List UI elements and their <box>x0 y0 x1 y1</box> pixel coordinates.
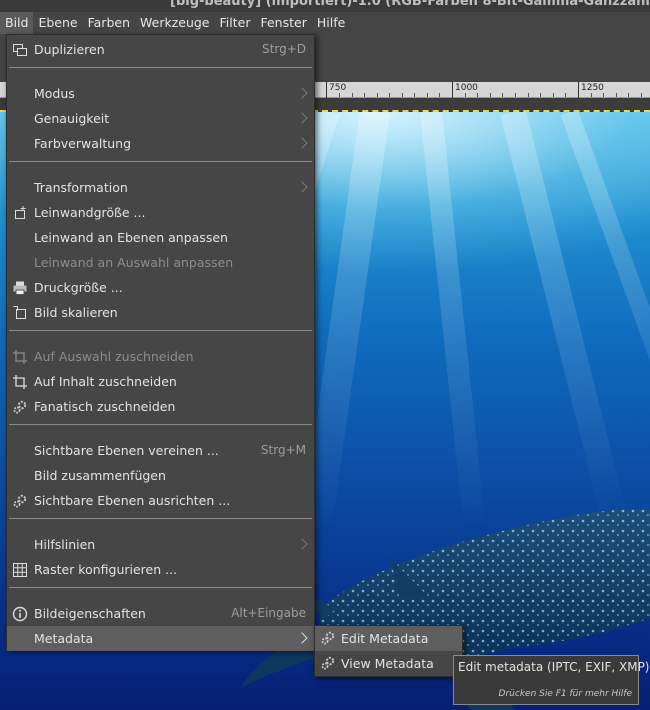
menu-item-zealous-crop[interactable]: Fanatisch zuschneiden <box>7 394 314 419</box>
menu-farben[interactable]: Farben <box>83 12 135 34</box>
menu-item-color-management[interactable]: Farbverwaltung <box>7 131 314 156</box>
tooltip: Edit metadata (IPTC, EXIF, XMP) Drücken … <box>453 655 649 705</box>
window-title: [big-beauty] (importiert)-1.0 (RGB-Farbe… <box>170 0 650 9</box>
menu-item-mode[interactable]: Modus <box>7 81 314 106</box>
menu-item-view-metadata[interactable]: View Metadata <box>315 651 462 676</box>
menu-separator <box>9 161 312 162</box>
menu-separator <box>9 518 312 519</box>
chevron-right-icon <box>296 137 308 149</box>
menu-item-label: Farbverwaltung <box>34 136 132 151</box>
shortcut-label: Strg+M <box>260 443 306 457</box>
menu-item-label: Bild skalieren <box>34 305 118 320</box>
menu-item-label: Raster konfigurieren ... <box>34 562 178 577</box>
menu-item-duplicate[interactable]: Duplizieren Strg+D <box>7 37 314 62</box>
shortcut-label: Strg+D <box>262 42 306 56</box>
gear-script-icon <box>11 398 29 416</box>
window-title-bar: [big-beauty] (importiert)-1.0 (RGB-Farbe… <box>0 0 650 12</box>
menu-bild[interactable]: Bild <box>0 12 34 34</box>
menu-item-image-properties[interactable]: Bildeigenschaften Alt+Eingabe <box>7 601 314 626</box>
grid-icon <box>11 561 29 579</box>
crop-icon <box>11 373 29 391</box>
gear-script-icon <box>320 655 338 673</box>
ruler-tick: 1000 <box>452 82 478 98</box>
menu-item-scale-image[interactable]: Bild skalieren <box>7 300 314 325</box>
menu-item-canvas-to-selection: Leinwand an Auswahl anpassen <box>7 250 314 275</box>
tooltip-hint: Drücken Sie F1 für mehr Hilfe <box>498 689 632 699</box>
chevron-right-icon <box>296 632 308 644</box>
menu-item-label: Edit Metadata <box>341 631 429 646</box>
menu-fenster[interactable]: Fenster <box>255 12 311 34</box>
ruler-tick: 750 <box>326 82 346 98</box>
menu-item-transform[interactable]: Transformation <box>7 175 314 200</box>
menu-separator <box>9 587 312 588</box>
menu-item-label: Bild zusammenfügen <box>34 468 166 483</box>
menu-item-label: Leinwand an Auswahl anpassen <box>34 255 234 270</box>
menubar: Bild Ebene Farben Werkzeuge Filter Fenst… <box>0 12 650 34</box>
chevron-right-icon <box>296 112 308 124</box>
menu-item-label: Leinwandgröße ... <box>34 205 146 220</box>
chevron-right-icon <box>296 538 308 550</box>
menu-separator <box>9 330 312 331</box>
menu-item-align-layers[interactable]: Sichtbare Ebenen ausrichten ... <box>7 488 314 513</box>
menu-separator <box>9 67 312 68</box>
menu-item-print-size[interactable]: Druckgröße ... <box>7 275 314 300</box>
menu-item-label: Metadata <box>34 631 94 646</box>
scale-image-icon <box>11 304 29 322</box>
menu-item-label: Sichtbare Ebenen ausrichten ... <box>34 493 231 508</box>
menu-item-label: Auf Auswahl zuschneiden <box>34 349 194 364</box>
chevron-right-icon <box>296 87 308 99</box>
menu-filter[interactable]: Filter <box>215 12 256 34</box>
menu-item-canvas-size[interactable]: Leinwandgröße ... <box>7 200 314 225</box>
metadata-submenu: Edit Metadata View Metadata <box>314 625 463 677</box>
menu-item-merge-visible[interactable]: Sichtbare Ebenen vereinen ... Strg+M <box>7 438 314 463</box>
printer-icon <box>11 279 29 297</box>
menu-item-metadata[interactable]: Metadata <box>7 626 314 651</box>
menu-item-edit-metadata[interactable]: Edit Metadata <box>315 626 462 651</box>
bild-dropdown-menu: Duplizieren Strg+D Modus Genauigkeit Far… <box>6 34 315 651</box>
menu-separator <box>9 424 312 425</box>
gear-script-icon <box>320 630 338 648</box>
menu-item-canvas-to-layers[interactable]: Leinwand an Ebenen anpassen <box>7 225 314 250</box>
chevron-right-icon <box>296 181 308 193</box>
menu-item-flatten[interactable]: Bild zusammenfügen <box>7 463 314 488</box>
menu-item-label: Hilfslinien <box>34 537 96 552</box>
ruler-tick: 1250 <box>578 82 604 98</box>
menu-item-label: Sichtbare Ebenen vereinen ... <box>34 443 219 458</box>
menu-item-precision[interactable]: Genauigkeit <box>7 106 314 131</box>
shortcut-label: Alt+Eingabe <box>231 606 306 620</box>
menu-item-label: Transformation <box>34 180 128 195</box>
canvas-size-icon <box>11 204 29 222</box>
menu-item-crop-to-content[interactable]: Auf Inhalt zuschneiden <box>7 369 314 394</box>
menu-hilfe[interactable]: Hilfe <box>312 12 350 34</box>
menu-item-label: Bildeigenschaften <box>34 606 146 621</box>
menu-item-label: Auf Inhalt zuschneiden <box>34 374 177 389</box>
info-icon <box>11 605 29 623</box>
menu-item-guides[interactable]: Hilfslinien <box>7 532 314 557</box>
menu-ebene[interactable]: Ebene <box>33 12 82 34</box>
menu-werkzeuge[interactable]: Werkzeuge <box>135 12 215 34</box>
menu-item-configure-grid[interactable]: Raster konfigurieren ... <box>7 557 314 582</box>
menu-item-crop-to-selection: Auf Auswahl zuschneiden <box>7 344 314 369</box>
menu-item-label: Duplizieren <box>34 42 105 57</box>
menu-item-label: Genauigkeit <box>34 111 110 126</box>
menu-item-label: Modus <box>34 86 75 101</box>
crop-icon <box>11 348 29 366</box>
gear-script-icon <box>11 492 29 510</box>
duplicate-icon <box>11 41 29 59</box>
menu-item-label: Druckgröße ... <box>34 280 123 295</box>
tooltip-text: Edit metadata (IPTC, EXIF, XMP) <box>458 660 650 674</box>
menu-item-label: Leinwand an Ebenen anpassen <box>34 230 228 245</box>
menu-item-label: View Metadata <box>341 656 434 671</box>
menu-item-label: Fanatisch zuschneiden <box>34 399 176 414</box>
